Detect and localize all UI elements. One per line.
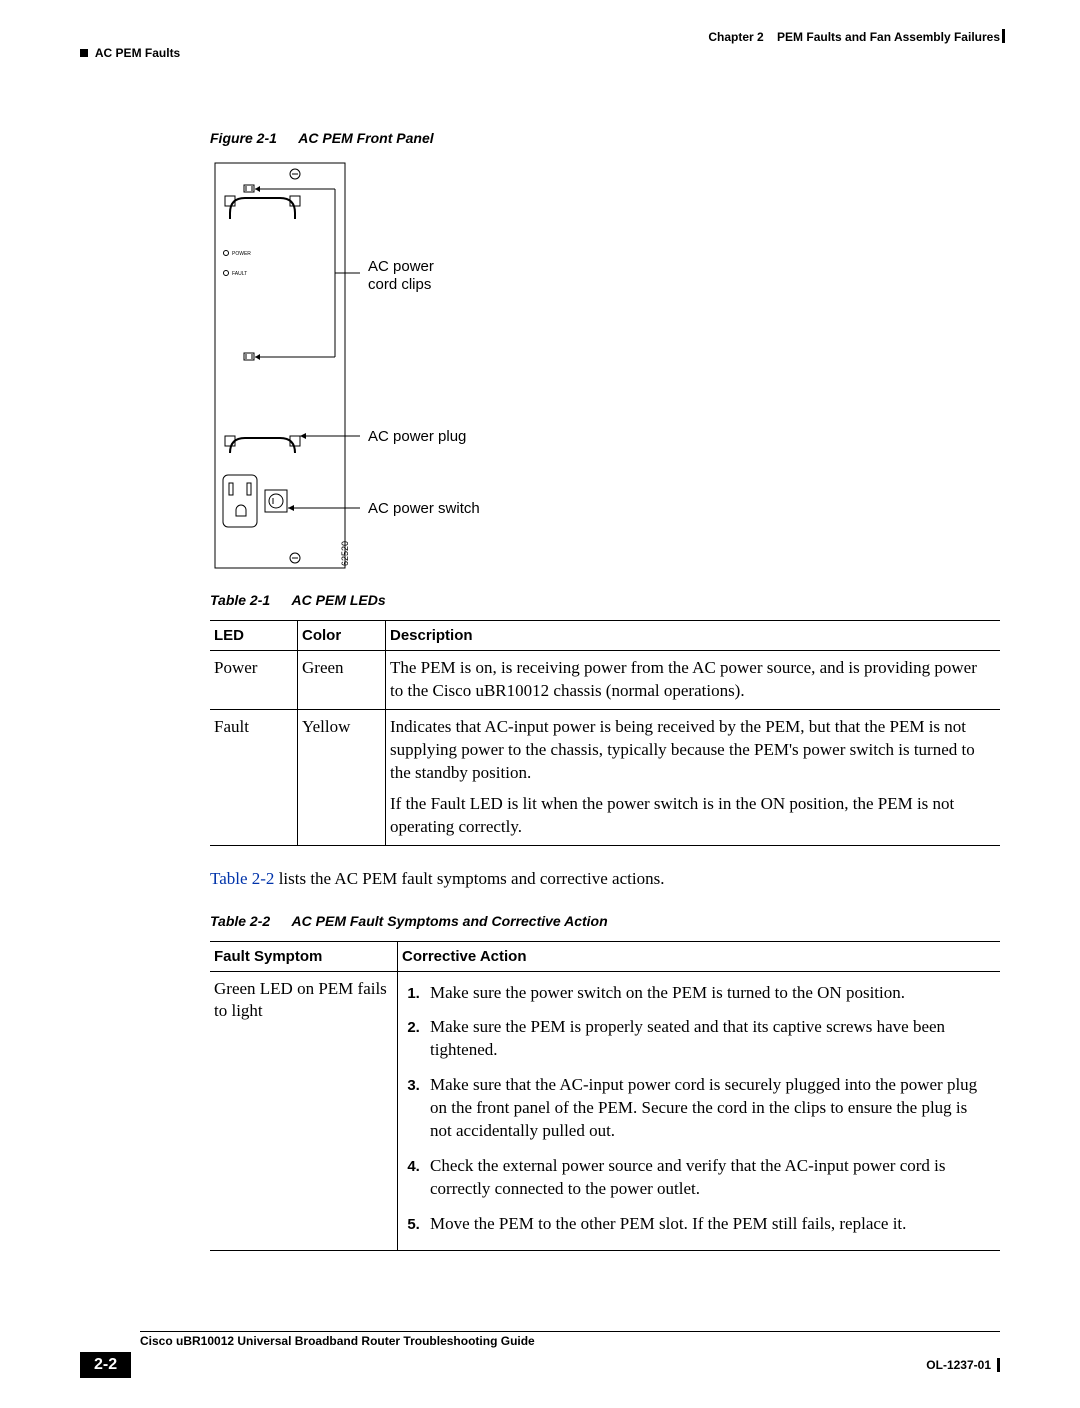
mid-paragraph: Table 2-2 lists the AC PEM fault symptom… xyxy=(210,868,1000,891)
drawing-id: 62520 xyxy=(340,541,350,566)
pem-front-panel-svg: POWER FAULT 6 xyxy=(210,158,610,578)
callout-switch: AC power switch xyxy=(368,500,480,517)
led-power-label: POWER xyxy=(232,251,251,257)
page-number: 2-2 xyxy=(80,1352,131,1378)
chapter-title: PEM Faults and Fan Assembly Failures xyxy=(777,30,1000,44)
th-led: LED xyxy=(210,621,298,651)
table2-title: AC PEM Fault Symptoms and Corrective Act… xyxy=(292,913,608,929)
table2-link[interactable]: Table 2-2 xyxy=(210,869,274,888)
list-item: Make sure that the AC-input power cord i… xyxy=(424,1070,992,1151)
cell-led: Fault xyxy=(210,709,298,845)
list-item: Make sure the PEM is properly seated and… xyxy=(424,1012,992,1070)
led-fault-label: FAULT xyxy=(232,271,247,277)
callout-cord-clips-2: cord clips xyxy=(368,276,431,293)
fault-desc-p1: Indicates that AC-input power is being r… xyxy=(390,716,992,785)
figure-caption: Figure 2-1 AC PEM Front Panel xyxy=(210,130,1000,146)
callout-cord-clips-1: AC power xyxy=(368,258,434,275)
header-bullet-icon xyxy=(80,49,88,57)
th-corrective-action: Corrective Action xyxy=(398,941,1001,971)
footer-end-bar xyxy=(997,1358,1000,1372)
page-header: Chapter 2 PEM Faults and Fan Assembly Fa… xyxy=(80,30,1000,60)
table-row: Fault Yellow Indicates that AC-input pow… xyxy=(210,709,1000,845)
cell-desc: Indicates that AC-input power is being r… xyxy=(386,709,1001,845)
table2-number: Table 2-2 xyxy=(210,913,270,929)
table1-title: AC PEM LEDs xyxy=(292,592,386,608)
list-item: Move the PEM to the other PEM slot. If t… xyxy=(424,1209,992,1244)
header-chapter: Chapter 2 PEM Faults and Fan Assembly Fa… xyxy=(80,30,1000,44)
cell-desc: The PEM is on, is receiving power from t… xyxy=(386,651,1001,710)
cell-led: Power xyxy=(210,651,298,710)
table-row: Power Green The PEM is on, is receiving … xyxy=(210,651,1000,710)
mid-text-rest: lists the AC PEM fault symptoms and corr… xyxy=(274,869,664,888)
section-title: AC PEM Faults xyxy=(95,46,180,60)
callout-plug: AC power plug xyxy=(368,428,466,445)
table1-number: Table 2-1 xyxy=(210,592,270,608)
cell-color: Yellow xyxy=(298,709,386,845)
fault-symptoms-table: Fault Symptom Corrective Action Green LE… xyxy=(210,941,1000,1251)
cell-actions: Make sure the power switch on the PEM is… xyxy=(398,971,1001,1250)
list-item: Check the external power source and veri… xyxy=(424,1151,992,1209)
table-row: Green LED on PEM fails to light Make sur… xyxy=(210,971,1000,1250)
table1-caption: Table 2-1 AC PEM LEDs xyxy=(210,592,1000,608)
page-footer: Cisco uBR10012 Universal Broadband Route… xyxy=(80,1331,1000,1378)
fault-desc-p2: If the Fault LED is lit when the power s… xyxy=(390,793,992,839)
doc-id: OL-1237-01 xyxy=(926,1358,991,1372)
th-color: Color xyxy=(298,621,386,651)
figure-diagram: POWER FAULT 6 xyxy=(210,158,1000,578)
corrective-action-list: Make sure the power switch on the PEM is… xyxy=(402,978,992,1244)
cell-color: Green xyxy=(298,651,386,710)
ac-pem-leds-table: LED Color Description Power Green The PE… xyxy=(210,620,1000,846)
th-desc: Description xyxy=(386,621,1001,651)
chapter-label: Chapter 2 xyxy=(708,30,763,44)
header-end-bar xyxy=(1002,29,1005,43)
book-title: Cisco uBR10012 Universal Broadband Route… xyxy=(140,1332,1000,1348)
cell-symptom: Green LED on PEM fails to light xyxy=(210,971,398,1250)
figure-title: AC PEM Front Panel xyxy=(298,130,433,146)
header-section: AC PEM Faults xyxy=(80,46,1000,60)
figure-number: Figure 2-1 xyxy=(210,130,277,146)
th-fault-symptom: Fault Symptom xyxy=(210,941,398,971)
list-item: Make sure the power switch on the PEM is… xyxy=(424,978,992,1013)
table2-caption: Table 2-2 AC PEM Fault Symptoms and Corr… xyxy=(210,913,1000,929)
